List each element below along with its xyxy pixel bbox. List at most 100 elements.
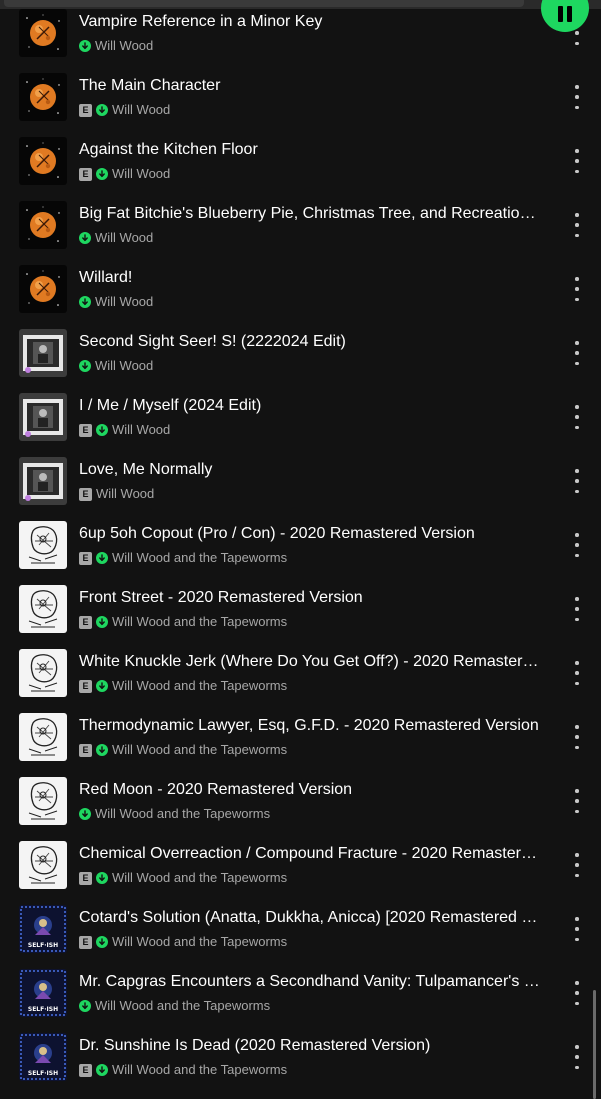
track-meta: Will Wood and the Tapeworms xyxy=(79,807,270,821)
more-options-button[interactable] xyxy=(570,149,584,173)
track-artist[interactable]: Will Wood and the Tapeworms xyxy=(112,679,287,693)
track-title: Love, Me Normally xyxy=(79,461,213,478)
download-arrow-icon xyxy=(96,104,108,116)
track-meta: E Will Wood and the Tapeworms xyxy=(79,743,287,757)
explicit-badge: E xyxy=(79,743,92,757)
track-row[interactable]: The Main Character E Will Wood xyxy=(0,53,590,121)
track-artist[interactable]: Will Wood and the Tapeworms xyxy=(112,551,287,565)
album-cover xyxy=(19,137,67,185)
track-artist[interactable]: Will Wood xyxy=(95,39,153,53)
track-artist[interactable]: Will Wood xyxy=(95,359,153,373)
track-artist[interactable]: Will Wood xyxy=(95,295,153,309)
more-options-icon-dot xyxy=(575,105,579,109)
track-artist[interactable]: Will Wood xyxy=(112,103,170,117)
more-options-button[interactable] xyxy=(570,917,584,941)
track-artist[interactable]: Will Wood and the Tapeworms xyxy=(112,615,287,629)
track-row[interactable]: Big Fat Bitchie's Blueberry Pie, Christm… xyxy=(0,181,590,249)
explicit-badge: E xyxy=(79,1063,92,1077)
track-artist[interactable]: Will Wood xyxy=(95,231,153,245)
track-artist[interactable]: Will Wood and the Tapeworms xyxy=(112,871,287,885)
track-artist[interactable]: Will Wood xyxy=(96,487,154,501)
track-title: Thermodynamic Lawyer, Esq, G.F.D. - 2020… xyxy=(79,717,539,734)
more-options-button[interactable] xyxy=(570,853,584,877)
more-options-icon xyxy=(575,341,579,345)
track-row[interactable]: Chemical Overreaction / Compound Fractur… xyxy=(0,821,590,889)
album-cover xyxy=(19,329,67,377)
track-row[interactable]: Second Sight Seer! S! (2222024 Edit) Will… xyxy=(0,309,590,377)
track-row[interactable]: SELF·ISH Cotard's Solution (Anatta, Dukkh… xyxy=(0,885,590,953)
more-options-button[interactable] xyxy=(570,1045,584,1069)
download-arrow-icon xyxy=(79,232,91,244)
more-options-icon-dot xyxy=(575,607,579,611)
album-cover xyxy=(19,713,67,761)
track-row[interactable]: Love, Me Normally E Will Wood xyxy=(0,437,590,505)
track-row[interactable]: Red Moon - 2020 Remastered Version Will W… xyxy=(0,757,590,825)
explicit-badge: E xyxy=(79,551,92,565)
track-artist[interactable]: Will Wood and the Tapeworms xyxy=(112,1063,287,1077)
more-options-button[interactable] xyxy=(570,533,584,557)
explicit-badge: E xyxy=(79,935,92,949)
track-title: White Knuckle Jerk (Where Do You Get Off… xyxy=(79,653,544,670)
more-options-icon xyxy=(575,85,579,89)
more-options-icon-dot xyxy=(575,1001,579,1005)
track-meta: E Will Wood and the Tapeworms xyxy=(79,615,287,629)
album-cover xyxy=(19,457,67,505)
more-options-icon-dot xyxy=(575,297,579,301)
album-cover xyxy=(19,73,67,121)
more-options-icon-dot xyxy=(575,543,579,547)
track-title: Chemical Overreaction / Compound Fractur… xyxy=(79,845,544,862)
download-arrow-icon xyxy=(96,744,108,756)
track-artist[interactable]: Will Wood and the Tapeworms xyxy=(95,999,270,1013)
more-options-button[interactable] xyxy=(570,661,584,685)
more-options-icon-dot xyxy=(575,745,579,749)
track-artist[interactable]: Will Wood and the Tapeworms xyxy=(112,935,287,949)
track-row[interactable]: White Knuckle Jerk (Where Do You Get Off… xyxy=(0,629,590,697)
track-row[interactable]: Vampire Reference in a Minor Key Will Woo… xyxy=(0,0,590,57)
explicit-badge: E xyxy=(79,103,92,117)
track-row[interactable]: SELF·ISH Mr. Capgras Encounters a Secondh… xyxy=(0,949,590,1017)
more-options-icon-dot xyxy=(575,681,579,685)
more-options-button[interactable] xyxy=(570,85,584,109)
album-cover xyxy=(19,585,67,633)
album-cover: SELF·ISH xyxy=(19,969,67,1017)
album-cover xyxy=(19,393,67,441)
track-row[interactable]: Thermodynamic Lawyer, Esq, G.F.D. - 2020… xyxy=(0,693,590,761)
more-options-icon xyxy=(575,597,579,601)
track-row[interactable]: Willard! Will Wood xyxy=(0,245,590,313)
more-options-icon-dot xyxy=(575,287,579,291)
more-options-button[interactable] xyxy=(570,405,584,429)
track-row[interactable]: Front Street - 2020 Remastered Version E W… xyxy=(0,565,590,633)
track-row[interactable]: Against the Kitchen Floor E Will Wood xyxy=(0,117,590,185)
pause-icon xyxy=(558,6,563,22)
track-title: I / Me / Myself (2024 Edit) xyxy=(79,397,262,414)
more-options-button[interactable] xyxy=(570,597,584,621)
more-options-button[interactable] xyxy=(570,277,584,301)
track-row[interactable]: 6up 5oh Copout (Pro / Con) - 2020 Remast… xyxy=(0,501,590,569)
more-options-icon-dot xyxy=(575,169,579,173)
track-artist[interactable]: Will Wood and the Tapeworms xyxy=(95,807,270,821)
more-options-icon-dot xyxy=(575,415,579,419)
track-artist[interactable]: Will Wood xyxy=(112,423,170,437)
album-cover: SELF·ISH xyxy=(19,905,67,953)
track-title: Second Sight Seer! S! (2222024 Edit) xyxy=(79,333,346,350)
explicit-badge: E xyxy=(79,871,92,885)
more-options-icon-dot xyxy=(575,671,579,675)
more-options-button[interactable] xyxy=(570,469,584,493)
more-options-button[interactable] xyxy=(570,981,584,1005)
more-options-button[interactable] xyxy=(570,213,584,237)
more-options-icon xyxy=(575,661,579,665)
track-row[interactable]: SELF·ISH Dr. Sunshine Is Dead (2020 Remas… xyxy=(0,1013,590,1081)
more-options-icon-dot xyxy=(575,809,579,813)
track-title: Vampire Reference in a Minor Key xyxy=(79,13,323,30)
more-options-icon-dot xyxy=(575,41,579,45)
album-cover xyxy=(19,9,67,57)
more-options-button[interactable] xyxy=(570,725,584,749)
track-row[interactable]: I / Me / Myself (2024 Edit) E Will Wood xyxy=(0,373,590,441)
album-cover xyxy=(19,201,67,249)
scrollbar-thumb[interactable] xyxy=(593,990,596,1099)
more-options-button[interactable] xyxy=(570,789,584,813)
more-options-button[interactable] xyxy=(570,341,584,365)
track-artist[interactable]: Will Wood and the Tapeworms xyxy=(112,743,287,757)
track-artist[interactable]: Will Wood xyxy=(112,167,170,181)
track-title: Red Moon - 2020 Remastered Version xyxy=(79,781,353,798)
